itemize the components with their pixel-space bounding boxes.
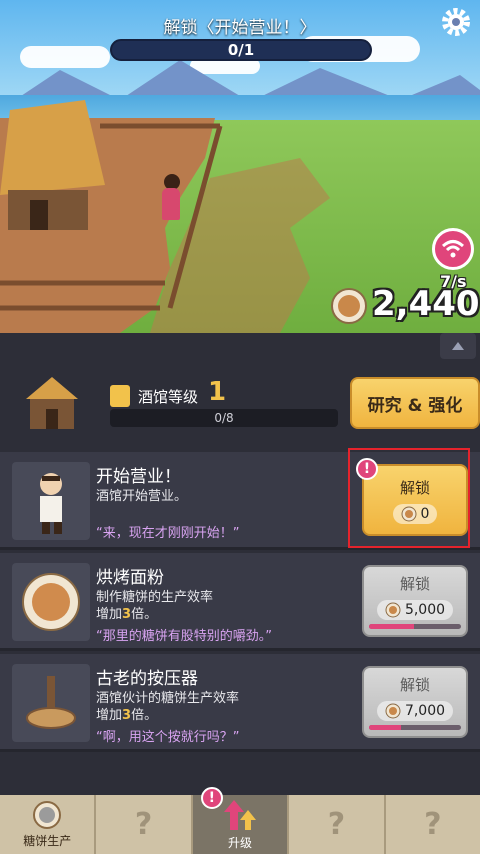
card-description-line: 制作糖饼的生产效率: [96, 590, 214, 605]
bottom-nav: 糖饼生产 ? 升级 ! ? ?: [0, 787, 480, 854]
wifi-icon[interactable]: [432, 228, 474, 270]
upgrade-arrows-icon: [224, 800, 257, 830]
unknown-icon: ?: [424, 807, 442, 842]
price-value: 5,000: [404, 602, 446, 618]
card-description-line: 增加3倍。: [96, 607, 158, 622]
tavern-level-label: 酒馆等级: [138, 388, 199, 406]
collapse-button[interactable]: [440, 333, 476, 359]
cost-progress-bar: [369, 624, 461, 629]
coin-icon: [330, 287, 368, 325]
card-description: 酒馆开始营业。: [96, 489, 188, 504]
coin-icon: [385, 602, 401, 618]
price-tag: 7,000: [376, 701, 454, 721]
alert-badge: !: [200, 787, 223, 809]
tavern-level-progress: 0/8: [110, 409, 338, 427]
card-quote: “啊，用这个按就行吗？”: [96, 730, 240, 745]
card-title: 烘烤面粉: [96, 568, 164, 588]
triangle-up-icon: [452, 342, 464, 350]
card-title: 开始营业！: [96, 467, 181, 487]
card-description: 酒馆伙计的糖饼生产效率 增加3倍。: [96, 690, 239, 724]
tab-locked-3[interactable]: ?: [386, 795, 480, 854]
tab-locked-2[interactable]: ?: [289, 795, 386, 854]
unlock-label: 解锁: [399, 676, 430, 694]
level-list-icon: [110, 385, 130, 407]
tavern-hut-icon: [18, 373, 86, 437]
character-girl: [160, 174, 182, 220]
tab-upgrade[interactable]: 升级 !: [192, 787, 290, 854]
unknown-icon: ?: [327, 807, 346, 842]
tab-locked-1[interactable]: ?: [96, 795, 193, 854]
unlock-button[interactable]: 解锁 5,000: [362, 565, 468, 637]
coin-icon: [385, 703, 401, 719]
unlock-label: 解锁: [399, 575, 430, 593]
card-description-line: 酒馆伙计的糖饼生产效率: [96, 691, 240, 706]
card-description-line: 增加3倍。: [96, 708, 158, 723]
tab-label: 升级: [228, 836, 253, 850]
tavern-level-section: 酒馆等级 1 0/8 研究 & 强化: [12, 365, 480, 445]
quest-title: 解锁〈开始营业！〉: [163, 17, 317, 38]
price-tag: 5,000: [376, 600, 454, 620]
card-description: 制作糖饼的生产效率 增加3倍。: [96, 589, 213, 623]
press-tool-icon: [12, 664, 90, 742]
cost-progress-bar: [369, 725, 461, 730]
upgrade-card-old-press: 古老的按压器 酒馆伙计的糖饼生产效率 增加3倍。 “啊，用这个按就行吗？” 解锁…: [0, 654, 480, 752]
innkeeper-icon: [12, 462, 90, 540]
highlight-box: [348, 448, 470, 548]
quest-progress: 0/1: [110, 39, 372, 61]
card-title: 古老的按压器: [96, 669, 198, 689]
coin-icon: [33, 801, 62, 829]
settings-gear-icon[interactable]: [440, 6, 472, 38]
unknown-icon: ?: [134, 807, 153, 842]
research-upgrade-button[interactable]: 研究 & 强化: [350, 377, 480, 429]
tavern-level-value: 1: [208, 377, 227, 407]
price-value: 7,000: [404, 703, 446, 719]
card-quote: “那里的糖饼有股特别的嚼劲。”: [96, 629, 272, 644]
total-currency: 2,440: [372, 284, 480, 324]
card-quote: “来，现在才刚刚开始！”: [96, 526, 240, 541]
upgrade-card-bake-flour: 烘烤面粉 制作糖饼的生产效率 增加3倍。 “那里的糖饼有股特别的嚼劲。” 解锁 …: [0, 553, 480, 651]
sugar-pancake-icon: [12, 563, 90, 641]
hut: [0, 100, 105, 230]
unlock-button[interactable]: 解锁 7,000: [362, 666, 468, 738]
tab-label: 糖饼生产: [23, 834, 72, 848]
tab-sugar-pancake-production[interactable]: 糖饼生产: [0, 795, 97, 854]
